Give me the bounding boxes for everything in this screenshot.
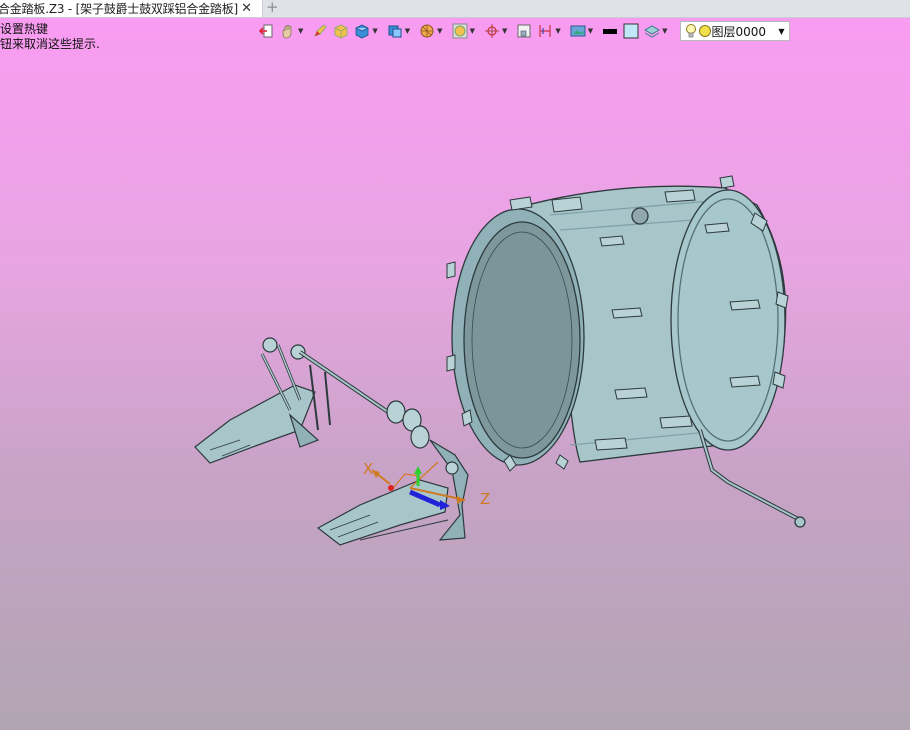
axis-x-label: X <box>363 460 373 478</box>
model-scene[interactable]: X Z <box>0 18 910 730</box>
document-tab-title: 合金踏板.Z3 - [架子鼓爵士鼓双踩铝合金踏板] <box>0 2 238 16</box>
double-pedal[interactable] <box>194 337 469 546</box>
3d-viewport[interactable]: 设置热键 钮来取消这些提示. ▼ ▼ ▼ ▼ ▼ ▼ ▼ ▼ ▼ 图层0000 … <box>0 18 910 730</box>
close-tab-icon[interactable]: ✕ <box>241 1 252 16</box>
new-tab-button[interactable]: + <box>266 0 279 16</box>
bass-drum[interactable] <box>446 175 806 528</box>
axis-z-label: Z <box>480 490 490 508</box>
tab-bar: 合金踏板.Z3 - [架子鼓爵士鼓双踩铝合金踏板] ✕ + <box>0 0 910 18</box>
document-tab[interactable]: 合金踏板.Z3 - [架子鼓爵士鼓双踩铝合金踏板] ✕ <box>0 0 263 17</box>
app-window: 合金踏板.Z3 - [架子鼓爵士鼓双踩铝合金踏板] ✕ + 设置热键 钮来取消这… <box>0 0 910 730</box>
